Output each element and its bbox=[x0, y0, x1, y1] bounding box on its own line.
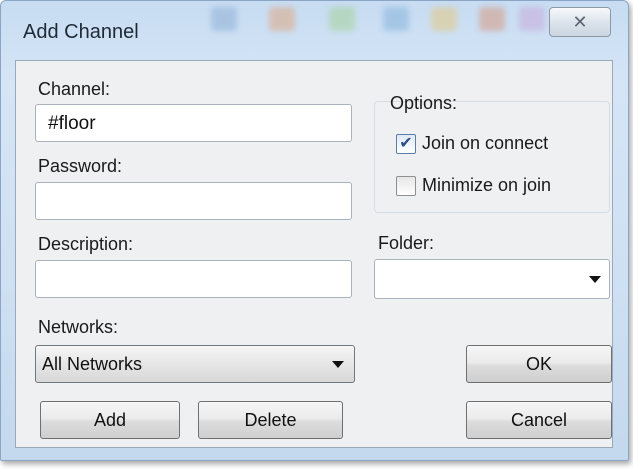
password-label: Password: bbox=[38, 156, 123, 176]
add-button[interactable]: Add bbox=[40, 401, 180, 439]
minimize-on-join-label[interactable]: Minimize on join bbox=[422, 175, 551, 196]
networks-label: Networks: bbox=[38, 317, 119, 337]
add-channel-dialog: Add Channel ✕ Channel: #floor Password: … bbox=[0, 0, 629, 461]
cancel-button[interactable]: Cancel bbox=[466, 401, 612, 439]
folder-label: Folder: bbox=[378, 233, 435, 253]
delete-button[interactable]: Delete bbox=[198, 401, 343, 439]
networks-selected: All Networks bbox=[42, 354, 143, 374]
glass-blur bbox=[211, 7, 237, 31]
dialog-body: Channel: #floor Password: Description: O… bbox=[15, 60, 613, 448]
ok-button[interactable]: OK bbox=[466, 345, 612, 383]
glass-blur bbox=[329, 7, 355, 31]
networks-dropdown[interactable]: All Networks bbox=[35, 345, 355, 383]
cancel-button-label: Cancel bbox=[510, 409, 568, 430]
chevron-down-icon bbox=[589, 276, 601, 283]
join-on-connect-label[interactable]: Join on connect bbox=[422, 133, 548, 154]
channel-value: #floor bbox=[48, 113, 96, 134]
ok-button-label: OK bbox=[525, 353, 552, 374]
chevron-down-icon bbox=[332, 361, 344, 368]
folder-dropdown[interactable] bbox=[374, 259, 610, 299]
close-button[interactable]: ✕ bbox=[549, 7, 611, 37]
glass-blur bbox=[519, 7, 545, 31]
options-label: Options: bbox=[390, 93, 458, 113]
options-group bbox=[374, 101, 610, 213]
glass-blur bbox=[479, 7, 505, 31]
password-input[interactable] bbox=[35, 182, 352, 220]
title-bar[interactable]: Add Channel ✕ bbox=[1, 1, 628, 59]
add-button-label: Add bbox=[93, 409, 127, 430]
window-title: Add Channel bbox=[23, 21, 139, 43]
check-icon: ✔ bbox=[399, 135, 413, 152]
close-icon: ✕ bbox=[572, 11, 588, 32]
description-label: Description: bbox=[38, 234, 134, 254]
delete-button-label: Delete bbox=[244, 409, 297, 430]
channel-label: Channel: bbox=[38, 79, 111, 99]
glass-blur bbox=[269, 7, 295, 31]
minimize-on-join-checkbox[interactable] bbox=[396, 176, 416, 196]
glass-blur bbox=[383, 7, 409, 31]
description-input[interactable] bbox=[35, 260, 352, 298]
join-on-connect-checkbox[interactable]: ✔ bbox=[396, 134, 416, 154]
glass-blur bbox=[431, 7, 457, 31]
channel-input[interactable]: #floor bbox=[35, 104, 352, 142]
